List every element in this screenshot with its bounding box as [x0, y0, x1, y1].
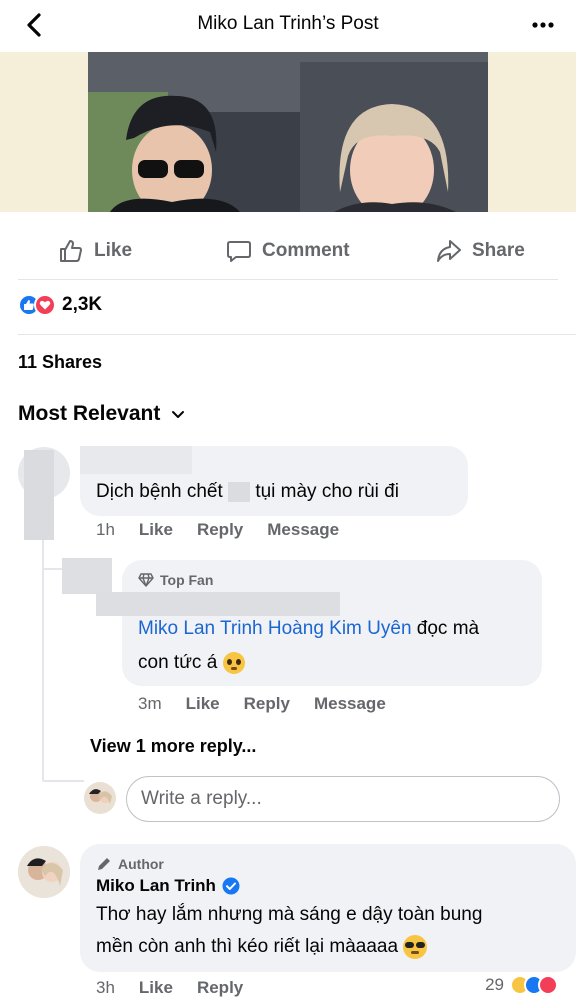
share-icon [437, 240, 461, 262]
write-reply-input[interactable]: Write a reply... [126, 776, 560, 822]
love-reaction-icon [34, 294, 56, 316]
censored-name [80, 446, 192, 474]
thread-line-branch [42, 568, 64, 570]
author-reaction-icons [510, 975, 558, 995]
author-comment-reactions[interactable]: 29 [485, 975, 558, 995]
author-avatar[interactable] [18, 846, 70, 898]
censored-avatar [24, 450, 54, 540]
reply-time: 3m [138, 694, 162, 713]
like-button[interactable]: Like [58, 238, 132, 264]
my-avatar [84, 782, 116, 814]
comment-button[interactable]: Comment [226, 238, 350, 264]
author-comment-meta: 3h Like Reply [96, 978, 243, 998]
share-label: Share [472, 240, 525, 261]
reaction-count: 2,3K [62, 294, 103, 315]
comment-meta: 1h Like Reply Message [96, 520, 339, 540]
post-action-bar: Like Comment Share [18, 222, 558, 280]
reply-text-line1: Miko Lan Trinh Hoàng Kim Uyên đọc mà [138, 618, 480, 639]
author-comment-time: 3h [96, 978, 115, 997]
pen-icon [98, 858, 110, 870]
pleading-face-emoji [222, 651, 245, 674]
reply-message-button[interactable]: Message [314, 694, 386, 714]
author-reply-button[interactable]: Reply [197, 978, 243, 998]
more-icon [532, 22, 554, 28]
mention-link[interactable]: Miko Lan Trinh Hoàng Kim Uyên [138, 618, 412, 639]
comment-time: 1h [96, 520, 115, 539]
share-button[interactable]: Share [436, 238, 525, 264]
reply-reply-button[interactable]: Reply [244, 694, 290, 714]
author-comment-line2: mền còn anh thì kéo riết lại màaaaa [96, 930, 428, 964]
like-label: Like [94, 240, 133, 261]
comment-text: Dịch bệnh chết tụi mày cho rùi đi [96, 481, 399, 502]
censored-word [228, 481, 251, 502]
post-photo-image [0, 52, 576, 212]
top-fan-badge: Top Fan [138, 572, 213, 588]
author-reaction-count: 29 [485, 975, 504, 994]
comment-message-button[interactable]: Message [267, 520, 339, 540]
comment-like-button[interactable]: Like [139, 520, 173, 540]
sort-dropdown[interactable]: Most Relevant [18, 402, 186, 426]
sunglasses-emoji [403, 934, 428, 959]
author-comment-line1: Thơ hay lắm nhưng mà sáng e dậy toàn bun… [96, 904, 483, 925]
reaction-icons [18, 294, 56, 316]
comment-label: Comment [262, 240, 350, 261]
page-title: Miko Lan Trinh’s Post [197, 13, 379, 34]
love-reaction-icon [538, 975, 558, 995]
header: Miko Lan Trinh’s Post [0, 0, 576, 50]
view-more-replies-link[interactable]: View 1 more reply... [90, 736, 256, 757]
verified-icon [222, 877, 240, 895]
author-badge: Author [96, 856, 164, 872]
chevron-down-icon [172, 411, 185, 418]
more-button[interactable] [528, 10, 558, 40]
author-like-button[interactable]: Like [139, 978, 173, 998]
reply-like-button[interactable]: Like [186, 694, 220, 714]
reaction-summary[interactable]: 2,3K [18, 294, 102, 316]
sort-label: Most Relevant [18, 402, 161, 425]
thread-line-branch [42, 780, 84, 782]
reply-text-line2: con tức á [138, 646, 245, 680]
censored-avatar [62, 558, 112, 594]
thread-line [42, 500, 44, 780]
divider [18, 334, 576, 335]
reply-meta: 3m Like Reply Message [138, 694, 386, 714]
comment-icon [227, 241, 251, 262]
diamond-icon [138, 573, 154, 587]
post-photo[interactable] [0, 52, 576, 212]
comment-reply-button[interactable]: Reply [197, 520, 243, 540]
shares-count[interactable]: 11 Shares [18, 352, 102, 373]
author-name[interactable]: Miko Lan Trinh [96, 876, 240, 896]
thumbs-up-icon [60, 240, 82, 262]
